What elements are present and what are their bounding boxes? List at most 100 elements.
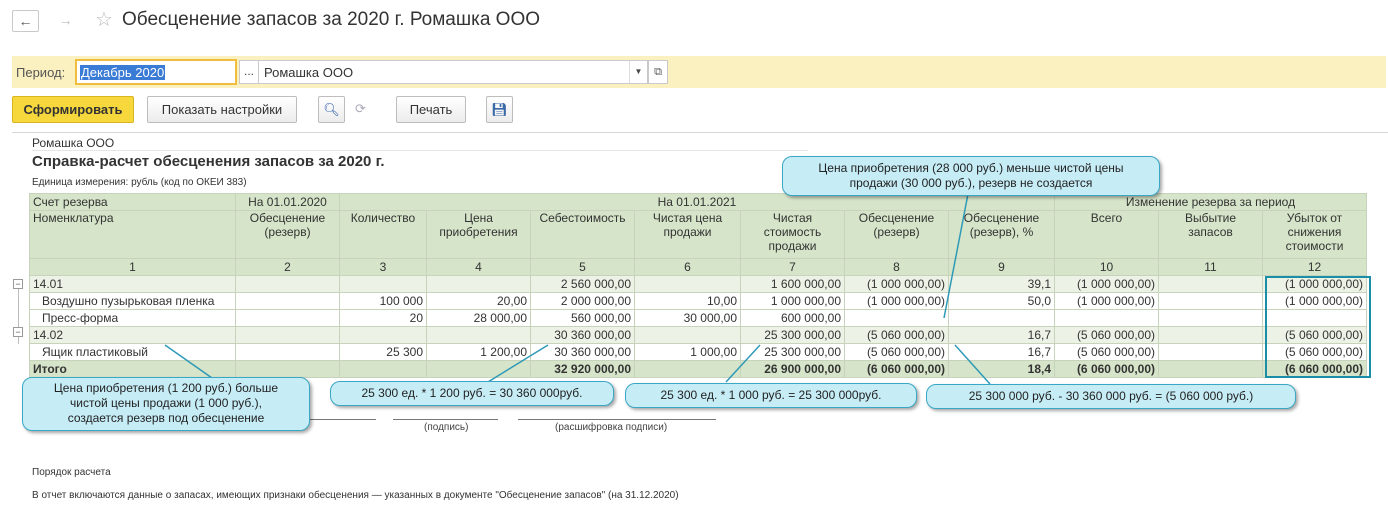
column-number: 4 <box>426 258 531 276</box>
table-cell: 25 300 000,00 <box>740 326 845 344</box>
table-cell: 26 900 000,00 <box>740 360 845 378</box>
organization-value: Ромашка ООО <box>264 65 354 80</box>
table-cell: 18,4 <box>948 360 1055 378</box>
table-cell: 39,1 <box>948 275 1055 293</box>
table-cell <box>634 275 741 293</box>
period-input[interactable]: Декабрь 2020 <box>75 59 237 85</box>
table-cell <box>948 309 1055 327</box>
table-cell <box>1054 309 1159 327</box>
filter-panel: Период: Декабрь 2020 ... Ромашка ООО ▼ ⧉ <box>12 56 1386 88</box>
column-header: Обесценение (резерв) <box>844 210 949 259</box>
column-header: Количество <box>339 210 427 259</box>
collapse-icon[interactable]: − <box>13 327 23 337</box>
table-cell: (1 000 000,00) <box>1054 292 1159 310</box>
signature-line <box>393 419 498 420</box>
table-cell: (5 060 000,00) <box>844 343 949 361</box>
row-label: Воздушно пузырьковая пленка <box>29 292 236 310</box>
table-cell: 600 000,00 <box>740 309 845 327</box>
period-select-button[interactable]: ... <box>239 60 259 84</box>
title-bar: ← → ☆ Обесценение запасов за 2020 г. Ром… <box>0 0 1388 42</box>
period-value: Декабрь 2020 <box>80 65 166 80</box>
back-arrow-icon[interactable]: ← <box>12 10 39 32</box>
column-number: 11 <box>1158 258 1263 276</box>
signature-line <box>518 419 716 420</box>
table-cell: 16,7 <box>948 343 1055 361</box>
table-row[interactable]: Итого 32 920 000,00 26 900 000,00 (6 060 00… <box>29 360 1367 378</box>
table-cell <box>339 326 427 344</box>
open-organization-icon[interactable]: ⧉ <box>648 60 668 84</box>
save-icon[interactable]: 💾︎ <box>486 96 513 123</box>
forward-arrow-icon[interactable]: → <box>52 10 79 32</box>
table-cell <box>1158 360 1263 378</box>
table-row[interactable]: Ящик пластиковый 25 300 1 200,00 30 360 000… <box>29 343 1367 361</box>
generate-button[interactable]: Сформировать <box>12 96 134 123</box>
table-cell <box>235 292 340 310</box>
header-account: Счет резерва <box>29 193 236 211</box>
table-cell <box>1158 309 1263 327</box>
table-cell: 560 000,00 <box>530 309 635 327</box>
column-header: Чистая цена продажи <box>634 210 741 259</box>
table-row[interactable]: 14.01 2 560 000,00 1 600 000,00 (1 000 000,… <box>29 275 1367 293</box>
table-cell: 50,0 <box>948 292 1055 310</box>
search-refresh-icon[interactable]: ⟳ <box>347 96 374 123</box>
table-cell: 1 600 000,00 <box>740 275 845 293</box>
column-header: Убыток от снижения стоимости <box>1262 210 1367 259</box>
table-cell: 30 360 000,00 <box>530 343 635 361</box>
report-title: Справка-расчет обесценения запасов за 20… <box>32 153 385 170</box>
dropdown-arrow-icon[interactable]: ▼ <box>629 61 647 83</box>
table-cell: 100 000 <box>339 292 427 310</box>
row-label: Ящик пластиковый <box>29 343 236 361</box>
table-cell: (1 000 000,00) <box>844 275 949 293</box>
row-label: 14.01 <box>29 275 236 293</box>
column-number: 6 <box>634 258 741 276</box>
table-cell: (6 060 000,00) <box>1054 360 1159 378</box>
column-number: 5 <box>530 258 635 276</box>
table-cell <box>235 343 340 361</box>
organization-select[interactable]: Ромашка ООО ▼ <box>258 60 648 84</box>
table-cell <box>235 275 340 293</box>
table-cell: 20 <box>339 309 427 327</box>
table-row[interactable]: Воздушно пузырьковая пленка 100 000 20,00 2… <box>29 292 1367 310</box>
table-row[interactable]: 14.02 30 360 000,00 25 300 000,00 (5 060 00… <box>29 326 1367 344</box>
table-cell <box>426 360 531 378</box>
report-unit: Единица измерения: рубль (код по ОКЕИ 38… <box>32 177 247 188</box>
search-icon[interactable]: 🔍︎ <box>318 96 345 123</box>
column-number: 10 <box>1054 258 1159 276</box>
table-cell: 1 000,00 <box>634 343 741 361</box>
table-cell: 28 000,00 <box>426 309 531 327</box>
table-cell <box>426 275 531 293</box>
table-cell: 2 000 000,00 <box>530 292 635 310</box>
callout-net: 25 300 ед. * 1 000 руб. = 25 300 000руб. <box>625 383 917 408</box>
table-row[interactable]: Пресс-форма 20 28 000,00 560 000,00 30 000,0… <box>29 309 1367 327</box>
row-label: Итого <box>29 360 236 378</box>
table-cell: 1 200,00 <box>426 343 531 361</box>
table-cell: 20,00 <box>426 292 531 310</box>
report-table: Счет резерва На 01.01.2020 На 01.01.2021… <box>29 193 1367 378</box>
show-settings-button[interactable]: Показать настройки <box>147 96 297 123</box>
table-cell <box>1158 292 1263 310</box>
callout-diff: 25 300 000 руб. - 30 360 000 руб. = (5 0… <box>926 384 1296 409</box>
table-cell: 30 360 000,00 <box>530 326 635 344</box>
table-cell: (5 060 000,00) <box>844 326 949 344</box>
table-cell <box>339 360 427 378</box>
table-cell: 2 560 000,00 <box>530 275 635 293</box>
table-cell: (6 060 000,00) <box>844 360 949 378</box>
column-number: 3 <box>339 258 427 276</box>
print-button[interactable]: Печать <box>396 96 466 123</box>
table-cell: (5 060 000,00) <box>1054 326 1159 344</box>
table-cell <box>235 326 340 344</box>
column-header: Всего <box>1054 210 1159 259</box>
table-cell <box>634 360 741 378</box>
star-icon[interactable]: ☆ <box>95 7 113 32</box>
collapse-icon[interactable]: − <box>13 279 23 289</box>
column-number: 7 <box>740 258 845 276</box>
table-cell: (5 060 000,00) <box>1054 343 1159 361</box>
toolbar: Сформировать Показать настройки 🔍︎ ⟳ Печ… <box>0 96 1388 124</box>
header-change: Изменение резерва за период <box>1054 193 1367 211</box>
signature-label: (подпись) <box>424 422 469 433</box>
period-label: Период: <box>16 65 66 80</box>
decoding-label: (расшифровка подписи) <box>555 422 668 433</box>
callout-top: Цена приобретения (28 000 руб.) меньше ч… <box>782 156 1160 196</box>
callout-cost: 25 300 ед. * 1 200 руб. = 30 360 000руб. <box>330 381 614 406</box>
table-cell <box>1158 275 1263 293</box>
